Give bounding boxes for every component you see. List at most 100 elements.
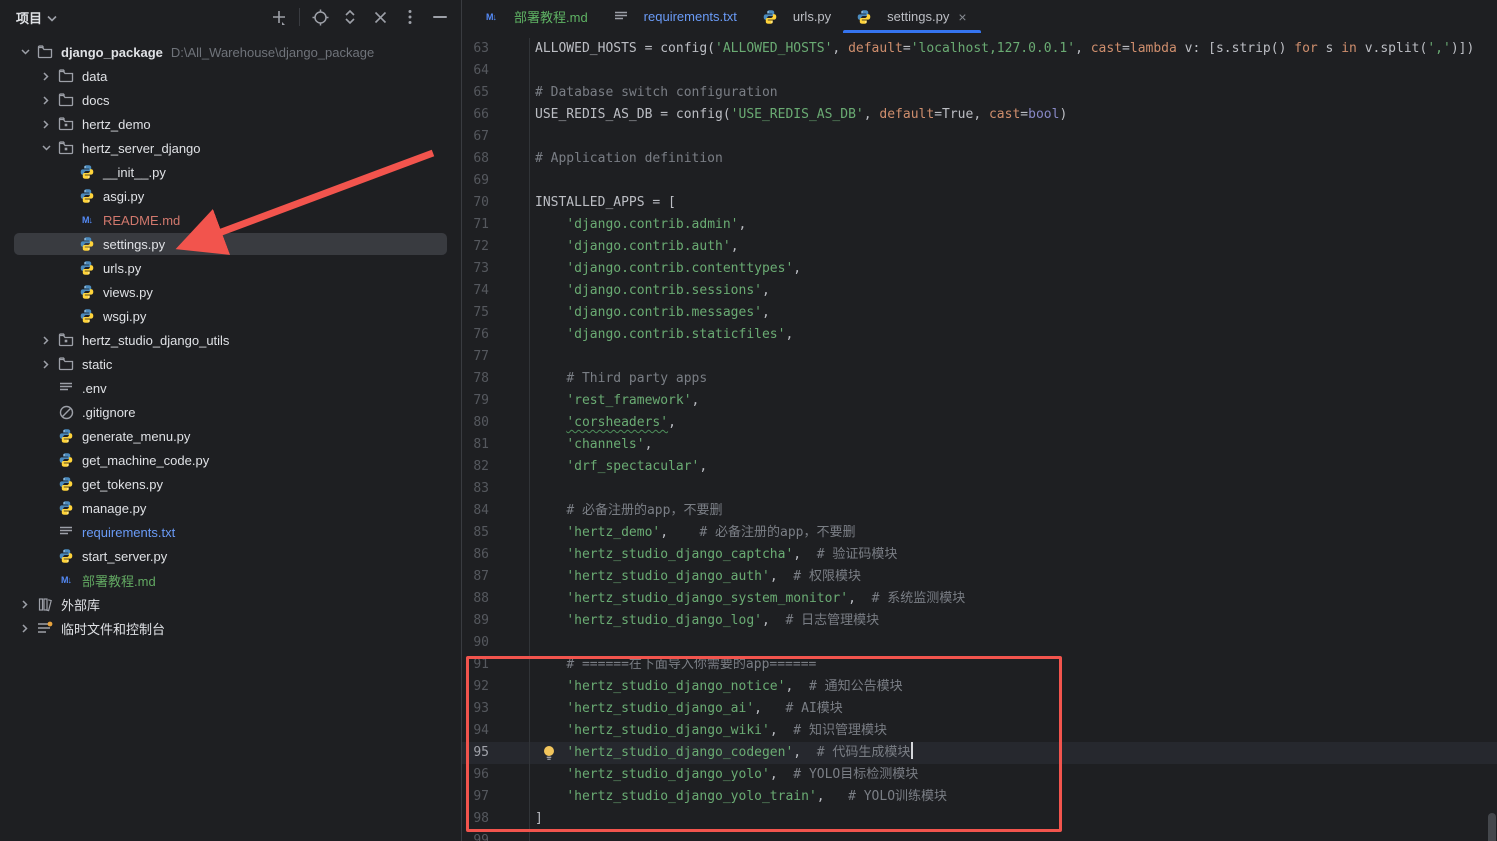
code-line-83[interactable]: 83	[462, 478, 1497, 500]
tree-item-generate_menu.py[interactable]: generate_menu.py	[0, 424, 461, 448]
tree-item-django_package[interactable]: django_packageD:\All_Warehouse\django_pa…	[0, 40, 461, 64]
code-line-84[interactable]: 84 # 必备注册的app，不要删	[462, 500, 1497, 522]
code-line-98[interactable]: 98]	[462, 808, 1497, 830]
code-line-76[interactable]: 76 'django.contrib.staticfiles',	[462, 324, 1497, 346]
line-number[interactable]: 81	[462, 434, 530, 456]
line-number[interactable]: 82	[462, 456, 530, 478]
line-number[interactable]: 65	[462, 82, 530, 104]
code-line-99[interactable]: 99	[462, 830, 1497, 841]
more-options-button[interactable]	[397, 4, 423, 30]
line-number[interactable]: 75	[462, 302, 530, 324]
line-number[interactable]: 74	[462, 280, 530, 302]
line-number[interactable]: 77	[462, 346, 530, 368]
code-line-80[interactable]: 80 'corsheaders',	[462, 412, 1497, 434]
tree-item-hertz_demo[interactable]: hertz_demo	[0, 112, 461, 136]
code-line-81[interactable]: 81 'channels',	[462, 434, 1497, 456]
code-line-64[interactable]: 64	[462, 60, 1497, 82]
code-line-67[interactable]: 67	[462, 126, 1497, 148]
project-panel-title-button[interactable]: 项目	[16, 8, 57, 27]
code-line-65[interactable]: 65# Database switch configuration	[462, 82, 1497, 104]
line-number[interactable]: 95	[462, 742, 530, 764]
chevron-right-icon[interactable]	[35, 360, 57, 369]
code-line-68[interactable]: 68# Application definition	[462, 148, 1497, 170]
code-line-96[interactable]: 96 'hertz_studio_django_yolo', # YOLO目标检…	[462, 764, 1497, 786]
code-line-71[interactable]: 71 'django.contrib.admin',	[462, 214, 1497, 236]
line-number[interactable]: 90	[462, 632, 530, 654]
line-number[interactable]: 87	[462, 566, 530, 588]
code-line-89[interactable]: 89 'hertz_studio_django_log', # 日志管理模块	[462, 610, 1497, 632]
code-line-95[interactable]: 95 'hertz_studio_django_codegen', # 代码生成…	[462, 742, 1497, 764]
code-line-77[interactable]: 77	[462, 346, 1497, 368]
tree-item-__init__.py[interactable]: __init__.py	[0, 160, 461, 184]
tree-item-manage.py[interactable]: manage.py	[0, 496, 461, 520]
code-line-85[interactable]: 85 'hertz_demo', # 必备注册的app，不要删	[462, 522, 1497, 544]
chevron-right-icon[interactable]	[35, 96, 57, 105]
chevron-down-icon[interactable]	[14, 49, 36, 55]
line-number[interactable]: 91	[462, 654, 530, 676]
line-number[interactable]: 85	[462, 522, 530, 544]
tab-settings.py[interactable]: settings.py×	[843, 0, 980, 33]
line-number[interactable]: 64	[462, 60, 530, 82]
tree-item-urls.py[interactable]: urls.py	[0, 256, 461, 280]
line-number[interactable]: 68	[462, 148, 530, 170]
chevron-right-icon[interactable]	[14, 624, 36, 633]
line-number[interactable]: 63	[462, 38, 530, 60]
line-number[interactable]: 78	[462, 368, 530, 390]
code-line-66[interactable]: 66USE_REDIS_AS_DB = config('USE_REDIS_AS…	[462, 104, 1497, 126]
chevron-right-icon[interactable]	[35, 72, 57, 81]
tab-部署教程.md[interactable]: M↓部署教程.md	[470, 0, 600, 33]
line-number[interactable]: 99	[462, 830, 530, 841]
line-number[interactable]: 70	[462, 192, 530, 214]
code-line-97[interactable]: 97 'hertz_studio_django_yolo_train', # Y…	[462, 786, 1497, 808]
collapse-all-button[interactable]	[367, 4, 393, 30]
chevron-right-icon[interactable]	[35, 336, 57, 345]
line-number[interactable]: 69	[462, 170, 530, 192]
code-line-87[interactable]: 87 'hertz_studio_django_auth', # 权限模块	[462, 566, 1497, 588]
scrollbar-thumb[interactable]	[1488, 813, 1496, 841]
tree-item-views.py[interactable]: views.py	[0, 280, 461, 304]
line-number[interactable]: 66	[462, 104, 530, 126]
chevron-right-icon[interactable]	[35, 120, 57, 129]
line-number[interactable]: 71	[462, 214, 530, 236]
line-number[interactable]: 98	[462, 808, 530, 830]
code-line-79[interactable]: 79 'rest_framework',	[462, 390, 1497, 412]
line-number[interactable]: 97	[462, 786, 530, 808]
tree-item-data[interactable]: data	[0, 64, 461, 88]
line-number[interactable]: 76	[462, 324, 530, 346]
tab-requirements.txt[interactable]: requirements.txt	[600, 0, 749, 33]
line-number[interactable]: 88	[462, 588, 530, 610]
code-line-92[interactable]: 92 'hertz_studio_django_notice', # 通知公告模…	[462, 676, 1497, 698]
code-line-74[interactable]: 74 'django.contrib.sessions',	[462, 280, 1497, 302]
code-line-94[interactable]: 94 'hertz_studio_django_wiki', # 知识管理模块	[462, 720, 1497, 742]
tree-item-static[interactable]: static	[0, 352, 461, 376]
code-line-70[interactable]: 70INSTALLED_APPS = [	[462, 192, 1497, 214]
line-number[interactable]: 80	[462, 412, 530, 434]
tree-item-docs[interactable]: docs	[0, 88, 461, 112]
tree-item-hertz_studio_django_utils[interactable]: hertz_studio_django_utils	[0, 328, 461, 352]
tree-item-临时文件和控制台[interactable]: 临时文件和控制台	[0, 616, 461, 640]
code-line-63[interactable]: 63ALLOWED_HOSTS = config('ALLOWED_HOSTS'…	[462, 38, 1497, 60]
code-line-69[interactable]: 69	[462, 170, 1497, 192]
code-line-91[interactable]: 91 # ======在下面导入你需要的app======	[462, 654, 1497, 676]
tree-item-外部库[interactable]: 外部库	[0, 592, 461, 616]
tab-urls.py[interactable]: urls.py	[749, 0, 843, 33]
tree-item-requirements.txt[interactable]: requirements.txt	[0, 520, 461, 544]
code-line-73[interactable]: 73 'django.contrib.contenttypes',	[462, 258, 1497, 280]
line-number[interactable]: 79	[462, 390, 530, 412]
code-line-86[interactable]: 86 'hertz_studio_django_captcha', # 验证码模…	[462, 544, 1497, 566]
tree-item-asgi.py[interactable]: asgi.py	[0, 184, 461, 208]
tree-item-get_tokens.py[interactable]: get_tokens.py	[0, 472, 461, 496]
editor-scrollbar[interactable]	[1487, 33, 1497, 841]
line-number[interactable]: 93	[462, 698, 530, 720]
line-number[interactable]: 89	[462, 610, 530, 632]
tree-item-.gitignore[interactable]: .gitignore	[0, 400, 461, 424]
code-line-90[interactable]: 90	[462, 632, 1497, 654]
close-tab-icon[interactable]: ×	[956, 9, 968, 25]
tree-item-settings.py[interactable]: settings.py	[0, 232, 461, 256]
line-number[interactable]: 73	[462, 258, 530, 280]
chevron-down-icon[interactable]	[35, 145, 57, 151]
tree-item-部署教程.md[interactable]: M↓部署教程.md	[0, 568, 461, 592]
tree-item-.env[interactable]: .env	[0, 376, 461, 400]
line-number[interactable]: 94	[462, 720, 530, 742]
line-number[interactable]: 84	[462, 500, 530, 522]
